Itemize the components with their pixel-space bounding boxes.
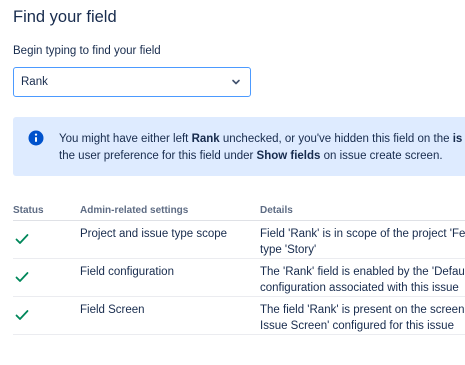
details-cell: Field 'Rank' is in scope of the project …: [260, 220, 465, 259]
table-row: Field configuration The 'Rank' field is …: [13, 258, 465, 297]
setting-cell: Field configuration: [80, 258, 260, 297]
setting-cell: Field Screen: [80, 296, 260, 335]
page-title: Find your field: [13, 8, 117, 26]
table-header-row: Status Admin-related settings Details: [13, 200, 465, 221]
status-table: Status Admin-related settings Details Pr…: [13, 200, 465, 335]
field-search-label: Begin typing to find your field: [13, 45, 161, 57]
table-row: Project and issue type scope Field 'Rank…: [13, 220, 465, 259]
table-row: Field Screen The field 'Rank' is present…: [13, 296, 465, 335]
info-message-text: You might have either left Rank unchecke…: [59, 131, 465, 165]
status-cell: [13, 220, 80, 259]
info-line-2: the user preference for this field under…: [59, 150, 443, 162]
details-cell: The field 'Rank' is present on the scree…: [260, 296, 465, 335]
header-settings: Admin-related settings: [80, 200, 260, 221]
chevron-down-icon[interactable]: [231, 77, 241, 87]
header-details: Details: [260, 200, 465, 221]
header-status: Status: [13, 200, 80, 221]
info-icon: [28, 130, 44, 146]
check-icon: [15, 234, 29, 244]
setting-cell: Project and issue type scope: [80, 220, 260, 259]
info-line-1: You might have either left Rank unchecke…: [59, 133, 463, 145]
status-cell: [13, 258, 80, 297]
info-message: You might have either left Rank unchecke…: [13, 117, 465, 176]
status-cell: [13, 296, 80, 335]
info-show-fields: Show fields: [256, 150, 321, 162]
check-icon: [15, 272, 29, 282]
field-select[interactable]: Rank: [13, 67, 251, 97]
details-cell: The 'Rank' field is enabled by the 'Defa…: [260, 258, 465, 297]
info-field-name: Rank: [191, 133, 220, 145]
check-icon: [15, 310, 29, 320]
field-select-value: Rank: [21, 76, 48, 88]
